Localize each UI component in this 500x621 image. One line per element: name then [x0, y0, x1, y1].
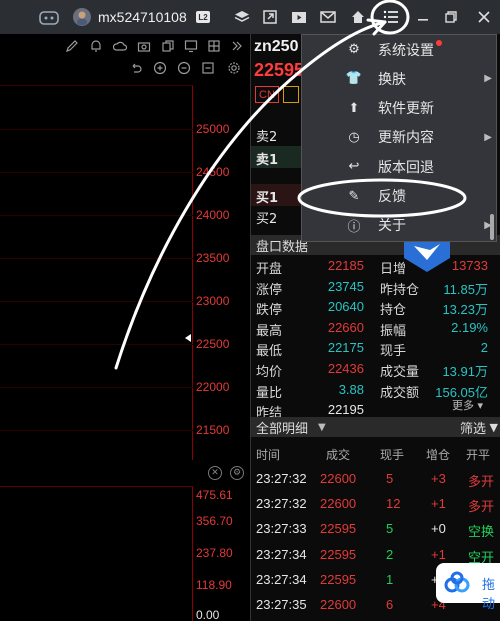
- annotation-overlay: [114, 0, 467, 370]
- annotation-arrow: [114, 20, 387, 370]
- annotation-circle-menu: [370, 0, 410, 35]
- annotation-circle-feedback: [297, 178, 467, 218]
